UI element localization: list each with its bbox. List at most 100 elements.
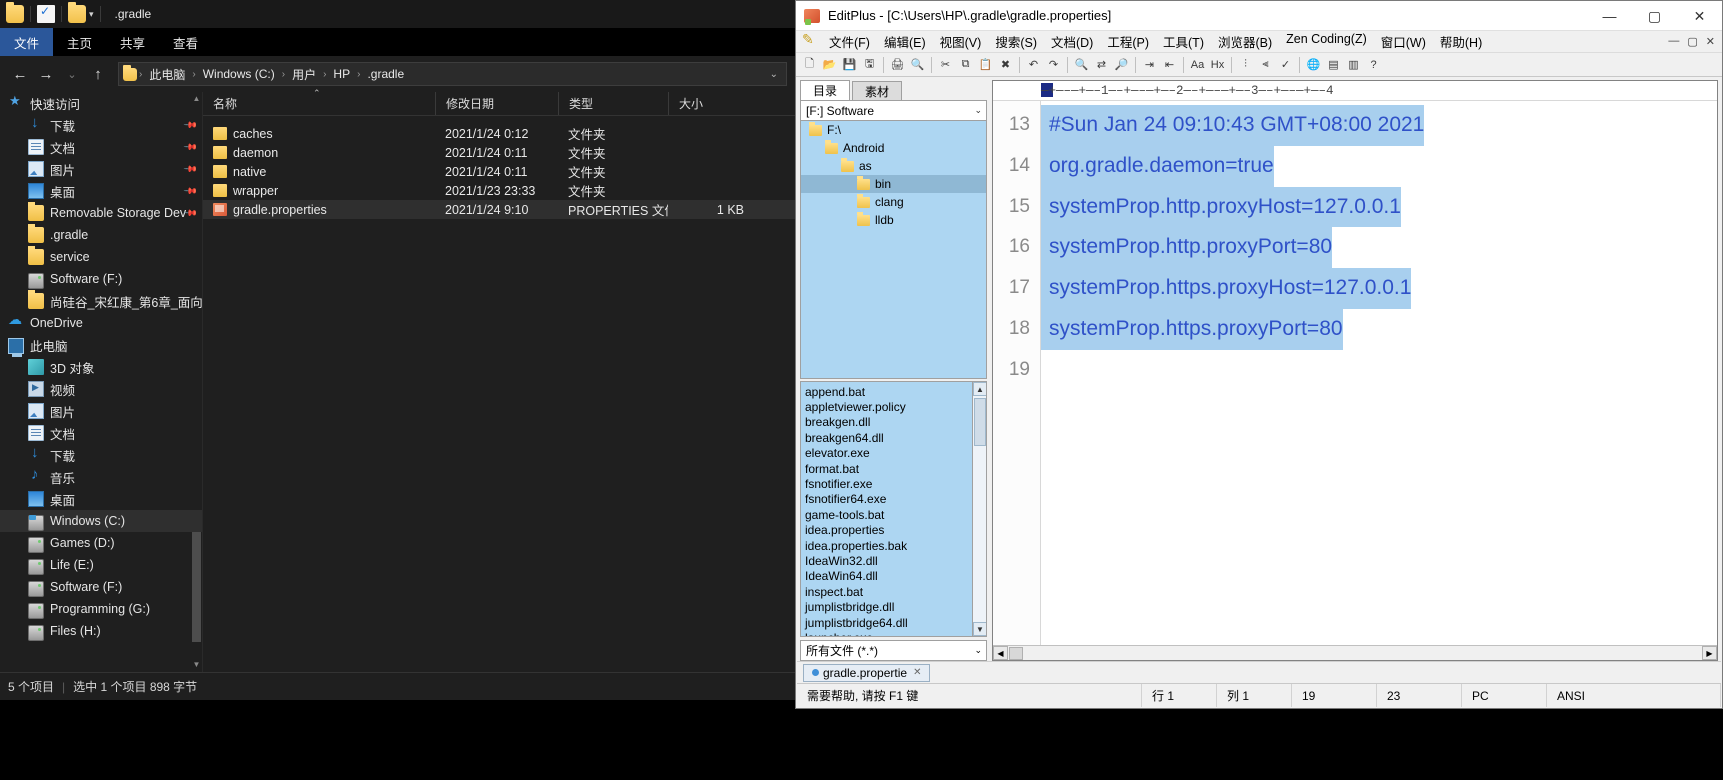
pin-icon[interactable]: 📌 — [183, 183, 198, 199]
sidebar-item-21[interactable]: Life (E:) — [0, 554, 202, 576]
editor-line-19[interactable] — [1041, 350, 1049, 391]
editor-line-17[interactable]: systemProp.https.proxyHost=127.0.0.1 — [1041, 268, 1412, 309]
list-item[interactable]: jumplistbridge.dll — [801, 599, 986, 614]
breadcrumb-item-2[interactable]: 用户 — [287, 66, 321, 83]
editor-line-15[interactable]: systemProp.http.proxyHost=127.0.0.1 — [1041, 186, 1401, 228]
uncomment-icon[interactable]: ⫷ — [1256, 55, 1275, 74]
list-item[interactable]: breakgen.dll — [801, 415, 986, 430]
editor-line-13[interactable]: #Sun Jan 24 09:10:43 GMT+08:00 2021 — [1041, 105, 1425, 146]
indent-icon[interactable]: ⇥ — [1140, 55, 1159, 74]
comment-icon[interactable]: ⫶ — [1236, 55, 1255, 74]
replace-icon[interactable]: ⇄ — [1092, 55, 1111, 74]
sidebar-item-14[interactable]: 图片 — [0, 400, 202, 422]
list-item[interactable]: inspect.bat — [801, 584, 986, 599]
tree-node-1[interactable]: Android — [801, 139, 986, 157]
scroll-left-icon[interactable]: ◀ — [993, 646, 1008, 660]
sidebar-item-5[interactable]: Removable Storage Dev 📌 — [0, 202, 202, 224]
ribbon-tab-file[interactable]: 文件 — [0, 28, 54, 56]
print-preview-icon[interactable]: 🔍 — [908, 55, 927, 74]
sidebar-item-4[interactable]: 桌面 📌 — [0, 180, 202, 202]
pin-icon[interactable]: 📌 — [183, 161, 198, 177]
menu-item-9[interactable]: 窗口(W) — [1374, 30, 1433, 53]
sidebar-item-22[interactable]: Software (F:) — [0, 576, 202, 598]
pin-icon[interactable]: 📌 — [183, 139, 198, 155]
back-button[interactable]: ← — [8, 62, 32, 86]
column-header-type[interactable]: 类型 — [558, 92, 668, 115]
list-item[interactable]: elevator.exe — [801, 446, 986, 461]
menu-item-2[interactable]: 视图(V) — [933, 30, 989, 53]
sidebar-item-3[interactable]: 图片 📌 — [0, 158, 202, 180]
table-row[interactable]: native 2021/1/24 0:11 文件夹 — [203, 162, 795, 181]
doc-minimize-button[interactable]: — — [1665, 35, 1682, 48]
sidebar-item-9[interactable]: 尚硅谷_宋红康_第6章_面向对 — [0, 290, 202, 312]
up-button[interactable]: ↑ — [86, 62, 110, 86]
close-button[interactable]: ✕ — [1677, 1, 1722, 31]
sidebar-item-19[interactable]: Windows (C:) — [0, 510, 202, 532]
table-row[interactable]: daemon 2021/1/24 0:11 文件夹 — [203, 143, 795, 162]
sidebar-item-0[interactable]: 快速访问 — [0, 92, 202, 114]
scroll-up-icon[interactable]: ▲ — [973, 382, 986, 396]
find-icon[interactable]: 🔍 — [1072, 55, 1091, 74]
column-header-size[interactable]: 大小 — [668, 92, 758, 115]
table-row[interactable]: caches 2021/1/24 0:12 文件夹 — [203, 124, 795, 143]
tree-node-2[interactable]: as — [801, 157, 986, 175]
directory-tree[interactable]: F:\ Android as bin clang lldb — [800, 121, 987, 379]
outdent-icon[interactable]: ⇤ — [1160, 55, 1179, 74]
chevron-down-icon[interactable]: ▾ — [89, 9, 94, 20]
list-item[interactable]: breakgen64.dll — [801, 430, 986, 445]
split-view-icon[interactable]: ▤ — [1324, 55, 1343, 74]
list-item[interactable]: idea.properties.bak — [801, 538, 986, 553]
tree-node-4[interactable]: clang — [801, 193, 986, 211]
ribbon-tab-share[interactable]: 共享 — [106, 28, 159, 56]
list-item[interactable]: idea.properties — [801, 523, 986, 538]
scroll-right-icon[interactable]: ▶ — [1702, 646, 1717, 660]
new-folder-icon[interactable] — [68, 2, 86, 23]
uppercase-icon[interactable]: Aa — [1188, 55, 1207, 74]
table-row[interactable]: wrapper 2021/1/23 23:33 文件夹 — [203, 181, 795, 200]
chevron-down-icon[interactable]: ⌄ — [974, 645, 982, 656]
help-icon[interactable]: ? — [1364, 55, 1383, 74]
cut-icon[interactable]: ✂ — [936, 55, 955, 74]
sidebar-item-1[interactable]: 下载 📌 — [0, 114, 202, 136]
menu-item-8[interactable]: Zen Coding(Z) — [1279, 30, 1374, 53]
editor-text-area[interactable]: 13 14 15 16 17 18 19 #Sun Jan 24 09:10:43 GMT+… — [993, 101, 1717, 645]
scroll-down-icon[interactable]: ▼ — [973, 622, 986, 636]
sidebar-item-17[interactable]: 音乐 — [0, 466, 202, 488]
copy-icon[interactable]: ⧉ — [956, 55, 975, 74]
sidebar-item-13[interactable]: 视频 — [0, 378, 202, 400]
panel-file-scrollbar[interactable]: ▲ ▼ — [972, 382, 986, 636]
menu-item-4[interactable]: 文档(D) — [1044, 30, 1100, 53]
scrollbar-thumb[interactable] — [974, 398, 986, 446]
recent-locations-button[interactable]: ⌄ — [60, 62, 84, 86]
sidebar-item-2[interactable]: 文档 📌 — [0, 136, 202, 158]
sidebar-item-11[interactable]: 此电脑 — [0, 334, 202, 357]
sidebar-item-10[interactable]: OneDrive — [0, 311, 202, 334]
print-icon[interactable]: 🖨 — [888, 55, 907, 74]
menu-item-5[interactable]: 工程(P) — [1100, 30, 1156, 53]
panel-file-list[interactable]: append.bat appletviewer.policy breakgen.dl… — [800, 381, 987, 637]
menu-item-10[interactable]: 帮助(H) — [1433, 30, 1489, 53]
list-item[interactable]: game-tools.bat — [801, 507, 986, 522]
sidebar-item-6[interactable]: .gradle — [0, 224, 202, 246]
breadcrumb-item-3[interactable]: HP — [328, 67, 355, 81]
menu-item-3[interactable]: 搜索(S) — [988, 30, 1044, 53]
breadcrumb-item-4[interactable]: .gradle — [362, 67, 409, 81]
paste-icon[interactable]: 📋 — [976, 55, 995, 74]
doc-restore-button[interactable]: ▢ — [1684, 35, 1700, 48]
editor-horizontal-scrollbar[interactable]: ◀ ▶ — [993, 645, 1717, 660]
drive-selector[interactable]: [F:] Software ⌄ — [800, 100, 987, 121]
sidebar-item-24[interactable]: Files (H:) — [0, 620, 202, 642]
sidebar-item-18[interactable]: 桌面 — [0, 488, 202, 510]
list-item[interactable]: launcher.exe — [801, 630, 986, 636]
tab-cliptext[interactable]: 素材 — [852, 81, 903, 100]
breadcrumb-item-0[interactable]: 此电脑 — [144, 66, 190, 83]
tree-node-0[interactable]: F:\ — [801, 121, 986, 139]
save-icon[interactable]: 💾 — [840, 55, 859, 74]
column-header-date[interactable]: 修改日期 — [435, 92, 558, 115]
sidebar-item-8[interactable]: Software (F:) — [0, 268, 202, 290]
browser-preview-icon[interactable]: 🌐 — [1304, 55, 1323, 74]
sidebar-item-16[interactable]: 下载 — [0, 444, 202, 466]
document-tab[interactable]: gradle.propertie ✕ — [803, 663, 931, 682]
pin-icon[interactable]: 📌 — [183, 117, 198, 133]
doc-close-button[interactable]: ✕ — [1703, 35, 1718, 48]
